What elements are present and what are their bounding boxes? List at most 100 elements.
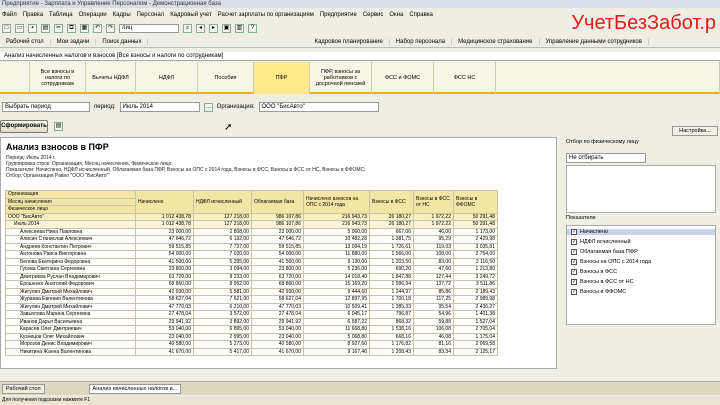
table-row[interactable]: Жигулин Дмитрий Михайлович 47 770,03 6 210… (5, 302, 498, 311)
search-icon[interactable]: ⌕ (183, 23, 192, 33)
indicator-row[interactable]: ✓ Взносы в ФФОМС (571, 289, 626, 295)
calculator-icon[interactable]: ▣ (222, 23, 231, 33)
checkbox-icon[interactable]: ✓ (571, 229, 577, 235)
checkbox-icon[interactable]: ✓ (571, 249, 577, 255)
value-cell: 59 515,85 (251, 242, 304, 251)
medical-insurance-button[interactable]: Медицинское страхование (452, 38, 540, 45)
tab-blank[interactable] (0, 62, 30, 94)
table-row[interactable]: Алисин Станислав Алексеевич 47 646,72 6 19… (5, 235, 498, 244)
value-cell: 5 060,00 (303, 227, 370, 236)
person-filter-select[interactable]: Не отбирать (566, 153, 646, 163)
value-cell: 1 972,22 (413, 212, 454, 221)
tab-ndfl[interactable]: НДФЛ (136, 62, 198, 94)
tab-fss-foms[interactable]: ФСС и ФОМС (372, 62, 434, 94)
search-input[interactable]: лиц (119, 23, 179, 33)
table-row[interactable]: Жураева Евгения Валентинова 58 627,04 7 62… (5, 295, 498, 304)
forward-icon[interactable]: ▸ (209, 23, 218, 33)
indicator-row[interactable]: ✓ Взносы в ФСС от НС (571, 279, 634, 285)
print-icon[interactable]: ▤ (41, 23, 50, 33)
my-tasks-button[interactable]: Мои задачи (51, 38, 97, 45)
table-row[interactable]: ООО "БисАвто" 1 012 438,78 127 218,00 986 1… (5, 212, 498, 221)
period-prefix-label: период: (94, 104, 116, 110)
data-search-button[interactable]: Поиск данных (96, 38, 149, 45)
menu-item-help[interactable]: Справка (409, 12, 433, 18)
table-row[interactable]: Никитина Жанна Валентинова 41 670,00 5 417… (5, 347, 498, 356)
menu-item-cadres[interactable]: Кадры (113, 12, 131, 18)
recruitment-button[interactable]: Набор персонала (390, 38, 453, 45)
cut-icon[interactable]: ✂ (54, 23, 63, 33)
value-cell: 53 040,00 (135, 325, 194, 334)
indicator-row[interactable]: ✓ Взносы в ФСС (571, 269, 617, 275)
table-row[interactable]: Гусева Светлана Сергеевна 23 800,00 3 094,… (5, 265, 498, 274)
menu-item-operations[interactable]: Операции (79, 12, 107, 18)
table-row[interactable]: Карасев Олег Дмитриевич 53 040,00 6 895,00… (5, 325, 498, 334)
table-row[interactable]: Белова Екатерина Федоровна 41 500,00 5 395… (5, 257, 498, 266)
menu-item-enterprise[interactable]: Предприятие (320, 12, 357, 18)
report-spreadsheet[interactable]: Анализ взносов в ПФР Период: Июль 2014 г… (0, 137, 557, 369)
back-icon[interactable]: ◂ (196, 23, 205, 33)
table-row[interactable]: Июль 2014 1 012 438,78 127 218,00 986 107,8… (5, 220, 498, 229)
hr-planning-button[interactable]: Кадровое планирование (308, 38, 390, 45)
menu-item-hr-accounting[interactable]: Кадровый учет (170, 12, 212, 18)
table-row[interactable]: Морозов Денис Владимирович 40 580,00 5 273… (5, 340, 498, 349)
menu-item-service[interactable]: Сервис (363, 12, 384, 18)
checkbox-icon[interactable]: ✓ (571, 289, 577, 295)
menu-item-payroll[interactable]: Расчет зарплаты по организациям (218, 12, 314, 18)
tab-pfr[interactable]: ПФР (254, 62, 310, 94)
indicator-row[interactable]: ✓ НДФЛ исчисленный (571, 239, 631, 245)
employee-data-button[interactable]: Управление данными сотрудников (540, 38, 649, 45)
settings-button[interactable]: Настройка... (672, 126, 718, 136)
paste-icon[interactable]: ▦ (80, 23, 89, 33)
undo-icon[interactable]: ↶ (93, 23, 102, 33)
table-row[interactable]: Завьялова Марина Сергеевна 27 478,04 3 572… (5, 310, 498, 319)
menu-item-file[interactable]: Файл (2, 12, 17, 18)
redo-icon[interactable]: ↷ (106, 23, 115, 33)
tab-benefits[interactable]: Пособия (198, 62, 254, 94)
table-row[interactable]: Антонова Раиса Викторовна 54 000,00 7 020,… (5, 250, 498, 259)
checkbox-icon[interactable]: ✓ (571, 279, 577, 285)
table-row[interactable]: Андреев Константин Петрович 59 515,85 7 73… (5, 242, 498, 251)
checkbox-icon[interactable]: ✓ (571, 269, 577, 275)
taskbar-report-window[interactable]: Анализ начисленных налогов и... (88, 383, 182, 394)
indicator-row[interactable]: ✓ Начислено (567, 229, 715, 235)
value-cell: 2 808,00 (193, 227, 252, 236)
value-cell: 668,16 (369, 332, 414, 341)
period-choose-icon[interactable]: … (203, 102, 213, 112)
tab-all-contributions[interactable]: Все взносы и налоги по сотрудникам (30, 62, 86, 94)
menu-item-table[interactable]: Таблица (49, 12, 73, 18)
generate-report-button[interactable]: Сформировать (0, 120, 48, 133)
new-document-icon[interactable]: □ (2, 23, 11, 33)
value-cell: 2 989,98 (453, 295, 498, 304)
table-row[interactable]: Кузнецов Олег Михайлович 23 040,00 2 995,0… (5, 332, 498, 341)
period-selector[interactable]: Выбрать период (2, 102, 90, 112)
indicator-row[interactable]: ✓ Взносы на ОПС с 2014 года (571, 259, 651, 265)
calendar-icon[interactable]: ▥ (235, 23, 244, 33)
value-cell: 47 646,72 (251, 235, 304, 244)
taskbar-desktop[interactable]: Рабочий стол (2, 383, 45, 394)
desktop-button[interactable]: Рабочий стол (0, 38, 51, 45)
table-row[interactable]: Дмитриева Руслан Владимирович 63 720,00 8 … (5, 272, 498, 281)
copy-icon[interactable]: ⧉ (67, 23, 76, 33)
table-row[interactable]: Алексеева Нина Павловна 23 000,00 2 808,00… (5, 227, 498, 236)
menu-item-personnel[interactable]: Персонал (137, 12, 165, 18)
menu-item-windows[interactable]: Окна (389, 12, 403, 18)
organization-input[interactable]: ООО "БисАвто" (258, 102, 379, 112)
menu-item-edit[interactable]: Правка (23, 12, 43, 18)
person-filter-list[interactable] (566, 165, 716, 213)
tab-ndfl-deductions[interactable]: Вычеты НДФЛ (86, 62, 136, 94)
value-cell: 7 737,00 (193, 242, 252, 251)
checkbox-icon[interactable]: ✓ (571, 259, 577, 265)
period-input[interactable]: Июль 2014 (119, 102, 200, 112)
tab-pfr-early-pension[interactable]: ПФР, взносы за работников с досрочной пе… (310, 62, 372, 94)
table-row[interactable]: Иванов Дарья Васильевна 29 941,92 3 892,00… (5, 317, 498, 326)
print-report-icon[interactable]: ▤ (54, 122, 63, 131)
tab-fss-ns[interactable]: ФСС НС (434, 62, 496, 94)
table-row[interactable]: Жигулин Дмитрий Михайлович 42 930,00 5 581… (5, 287, 498, 296)
checkbox-icon[interactable]: ✓ (571, 239, 577, 245)
save-icon[interactable]: ▪ (28, 23, 37, 33)
table-row[interactable]: Ерошенко Анатолий Федорович 68 860,00 8 95… (5, 280, 498, 289)
row-name-cell: Алексеева Нина Павловна (5, 227, 136, 236)
open-folder-icon[interactable]: ▭ (15, 23, 24, 33)
help-icon[interactable]: ? (248, 23, 257, 33)
indicator-row[interactable]: ✓ Облагаемая база ПФР (571, 249, 638, 255)
